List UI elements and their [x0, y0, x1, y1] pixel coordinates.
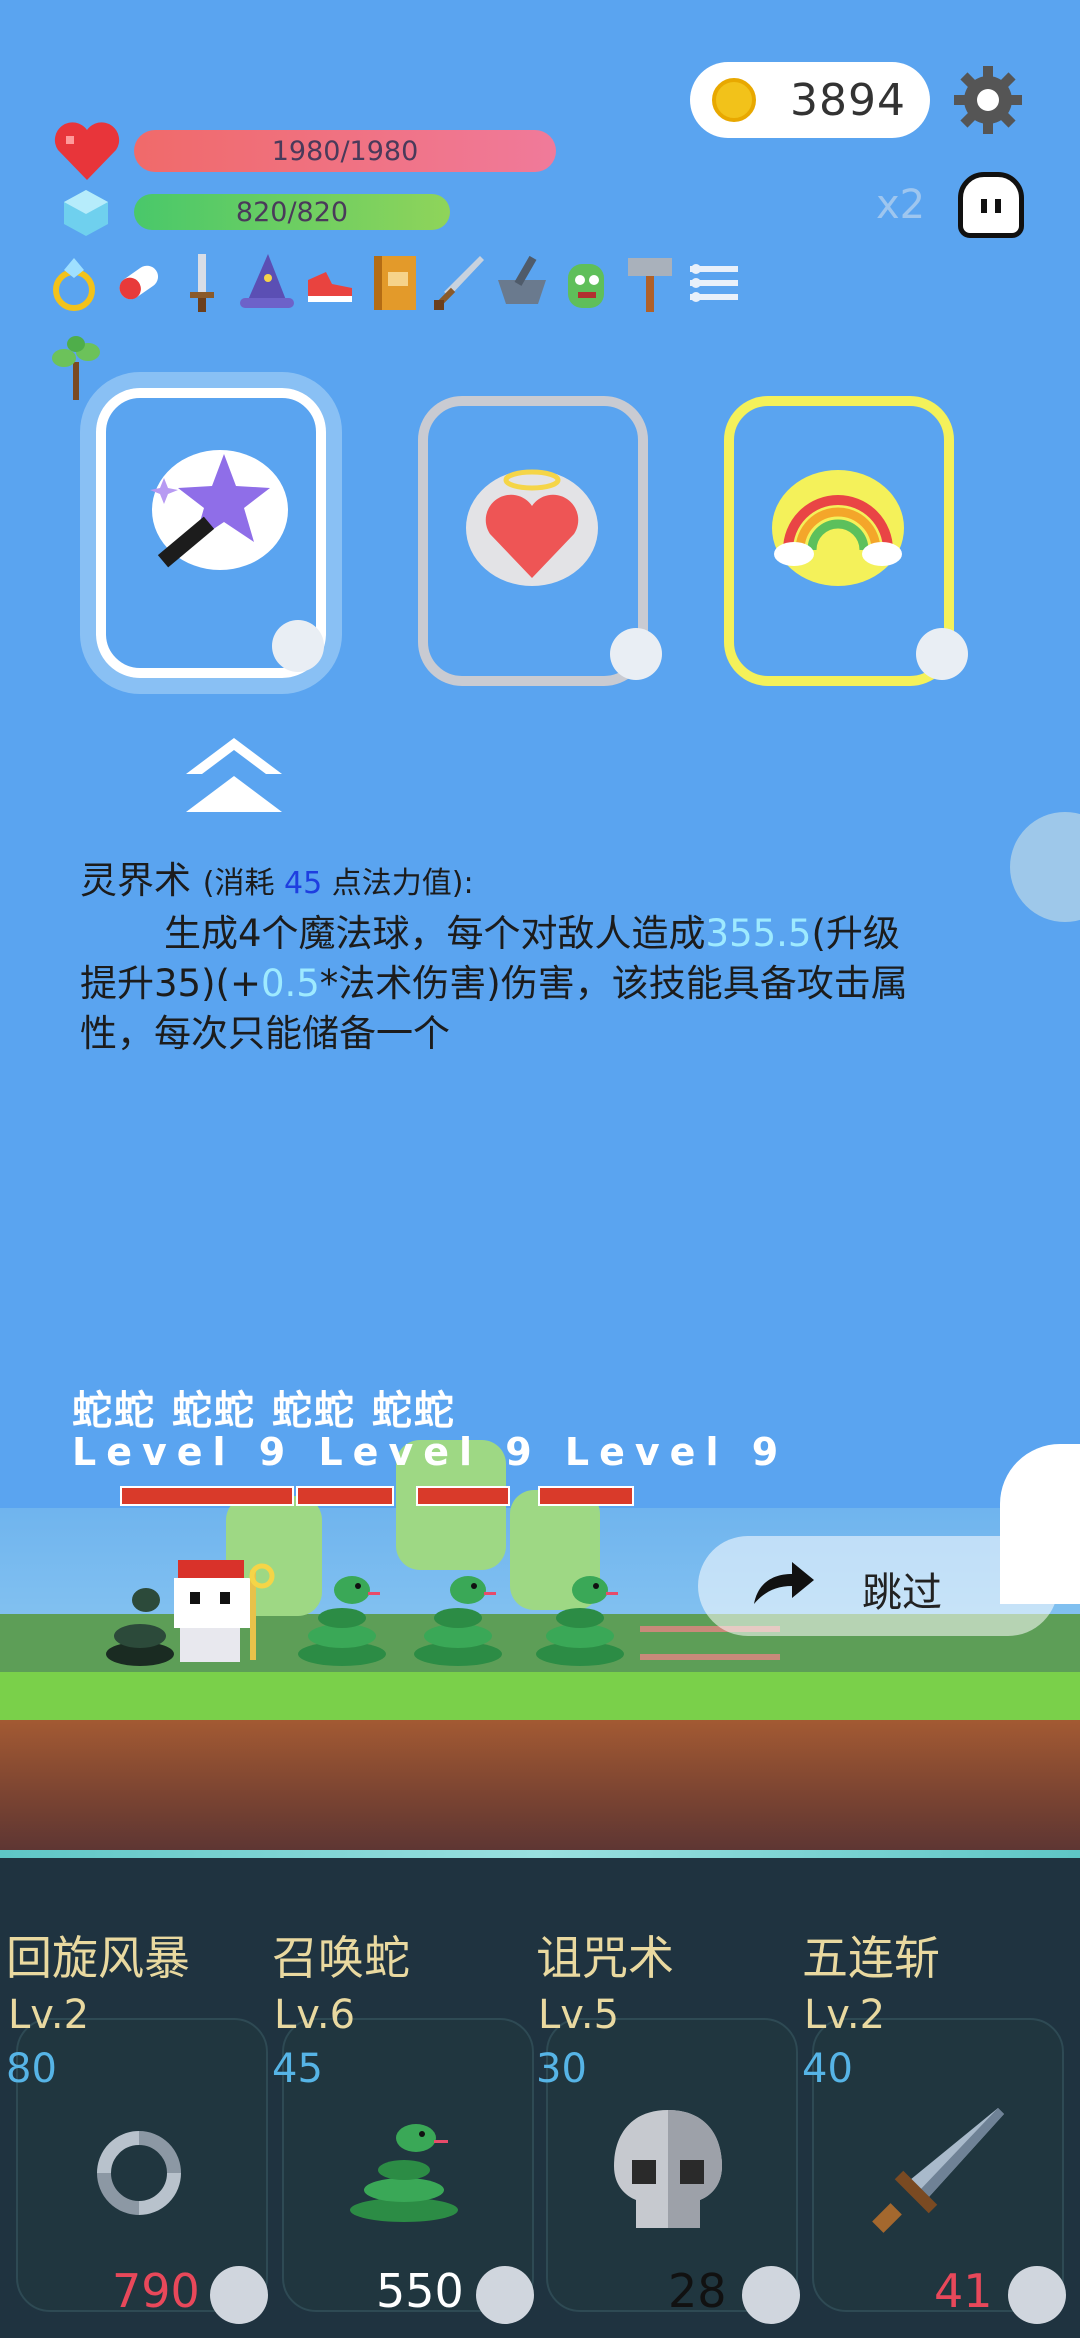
skill-level: Lv.5 [538, 1992, 620, 2038]
hp-text: 1980/1980 [271, 135, 419, 167]
skill-count: 550 [376, 2264, 464, 2318]
grass-ground [0, 1672, 1080, 1722]
ring-icon[interactable] [46, 250, 102, 316]
snake-enemy [298, 1576, 386, 1666]
refresh-icon[interactable] [1008, 2266, 1066, 2324]
line2-suffix: *法术伤害)伤害，该技能具备攻击属 [319, 962, 908, 1005]
skill-level: Lv.2 [8, 1992, 90, 2038]
sword-icon[interactable] [430, 250, 486, 316]
skill-name: 诅咒术 [536, 1931, 674, 1985]
mana-crystal-icon [64, 190, 108, 236]
ghost-pet-icon[interactable] [958, 172, 1024, 238]
damage-value: 355.5 [705, 912, 812, 955]
cost-suffix: 点法力值): [322, 866, 474, 901]
skill-name: 召唤蛇 [272, 1931, 410, 1985]
bunny-helper-icon[interactable] [1010, 812, 1080, 922]
line2-prefix: 提升35)(+ [80, 962, 261, 1005]
snake-enemy [414, 1576, 502, 1666]
coin-amount: 3894 [790, 74, 906, 126]
holy-heart-icon [466, 469, 598, 586]
skill-name: 回旋风暴 [6, 1931, 190, 1985]
skill-name: 五连斩 [802, 1931, 940, 1985]
description-line-3: 性，每次只能储备一个 [80, 1012, 450, 1055]
monster-icon[interactable] [558, 250, 614, 316]
coin-icon [712, 78, 756, 122]
refresh-icon[interactable] [272, 620, 324, 672]
sword-icon [872, 2108, 1004, 2233]
skill-description: 灵界术 (消耗 45 点法力值): 生成4个魔法球，每个对敌人造成355.5(升… [80, 856, 1010, 1059]
mp-text: 820/820 [235, 196, 349, 228]
description-title-line: 灵界术 (消耗 45 点法力值): [80, 856, 1010, 909]
cyclone-icon [97, 2131, 181, 2215]
skill-mana-cost: 80 [6, 2046, 57, 2092]
description-line-2: 提升35)(+0.5*法术伤害)伤害，该技能具备攻击属 [80, 959, 1010, 1009]
skill-count: 41 [934, 2264, 993, 2318]
holy-heart-card[interactable] [418, 396, 662, 686]
sapling-icon[interactable] [48, 334, 104, 404]
enemy-hp-bar [296, 1486, 394, 1506]
inventory-row [46, 250, 742, 316]
summoned-snake [106, 1588, 174, 1666]
skip-arrow-icon [754, 1562, 814, 1604]
dirt-ground [0, 1720, 1080, 1850]
hp-bar: 1980/1980 [134, 130, 556, 172]
hammer-icon[interactable] [622, 250, 678, 316]
snake-icon [350, 2124, 458, 2222]
line1-prefix: 生成4个魔法球，每个对敌人造成 [164, 912, 706, 955]
refresh-icon[interactable] [916, 628, 968, 680]
skill-level: Lv.2 [804, 1992, 886, 2038]
description-line-1: 生成4个魔法球，每个对敌人造成355.5(升级 [80, 909, 1010, 959]
magic-wand-icon [150, 450, 288, 570]
enemy-hp-bar [538, 1486, 634, 1506]
enemy-names: 蛇蛇 蛇蛇 蛇蛇 蛇蛇 [72, 1388, 456, 1434]
magic-wand-card[interactable] [96, 388, 326, 678]
skill-count: 790 [112, 2264, 200, 2318]
heart-icon [54, 122, 120, 180]
skill-mana-cost: 40 [802, 2046, 853, 2092]
snake-enemy [536, 1576, 624, 1666]
skill-count: 28 [668, 2264, 727, 2318]
triple-line-icon[interactable] [686, 250, 742, 316]
refresh-icon[interactable] [610, 628, 662, 680]
refresh-icon[interactable] [742, 2266, 800, 2324]
skill-mana-cost: 30 [536, 2046, 587, 2092]
rainbow-card[interactable] [724, 396, 968, 686]
mana-cost: 45 [284, 866, 323, 901]
wizard-hat-icon[interactable] [238, 250, 294, 316]
upgrade-arrow-icon [186, 738, 282, 812]
refresh-icon[interactable] [476, 2266, 534, 2324]
book-icon[interactable] [366, 250, 422, 316]
skip-label: 跳过 [862, 1570, 942, 1616]
skill-mana-cost: 45 [272, 2046, 323, 2092]
rainbow-icon [772, 470, 904, 586]
refresh-icon[interactable] [210, 2266, 268, 2324]
enemy-levels: Level 9 Level 9 Level 9 [72, 1430, 789, 1474]
line1-suffix: (升级 [811, 912, 900, 955]
mortar-icon[interactable] [494, 250, 550, 316]
dagger-icon[interactable] [174, 250, 230, 316]
capsule-icon[interactable] [110, 250, 166, 316]
coin-counter: 3894 [690, 62, 930, 138]
sneaker-icon[interactable] [302, 250, 358, 316]
skull-icon [614, 2110, 722, 2228]
settings-gear-icon[interactable] [950, 62, 1026, 138]
ratio-value: 0.5 [260, 962, 320, 1005]
skill-level: Lv.6 [274, 1992, 356, 2038]
enemy-hp-bar [416, 1486, 510, 1506]
skill-title: 灵界术 [80, 859, 191, 902]
speed-multiplier[interactable]: x2 [876, 182, 925, 228]
enemy-hp-bar [120, 1486, 294, 1506]
mp-bar: 820/820 [134, 194, 450, 230]
cost-prefix: (消耗 [202, 866, 285, 901]
